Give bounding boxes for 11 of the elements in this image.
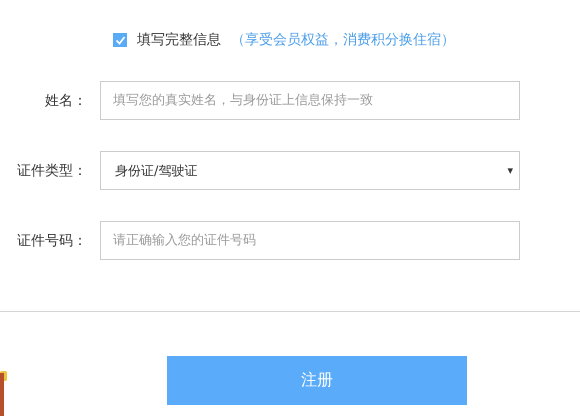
checkbox-label: 填写完整信息 [137, 31, 221, 49]
input-field[interactable]: 填写您的真实姓名，与身份证上信息保持一致 [100, 81, 520, 120]
field-label: 证件号码： [16, 232, 88, 250]
decoration-drawing [0, 371, 8, 416]
field-label: 姓名： [44, 92, 88, 110]
select-field[interactable]: 身份证/驾驶证 ▾ [100, 151, 520, 190]
field-label: 证件类型： [16, 162, 88, 180]
benefit-note: （享受会员权益，消费积分换住宿） [231, 31, 455, 49]
checkbox[interactable] [113, 33, 127, 47]
check-icon [114, 34, 126, 46]
input-field[interactable]: 请正确输入您的证件号码 [100, 221, 520, 260]
